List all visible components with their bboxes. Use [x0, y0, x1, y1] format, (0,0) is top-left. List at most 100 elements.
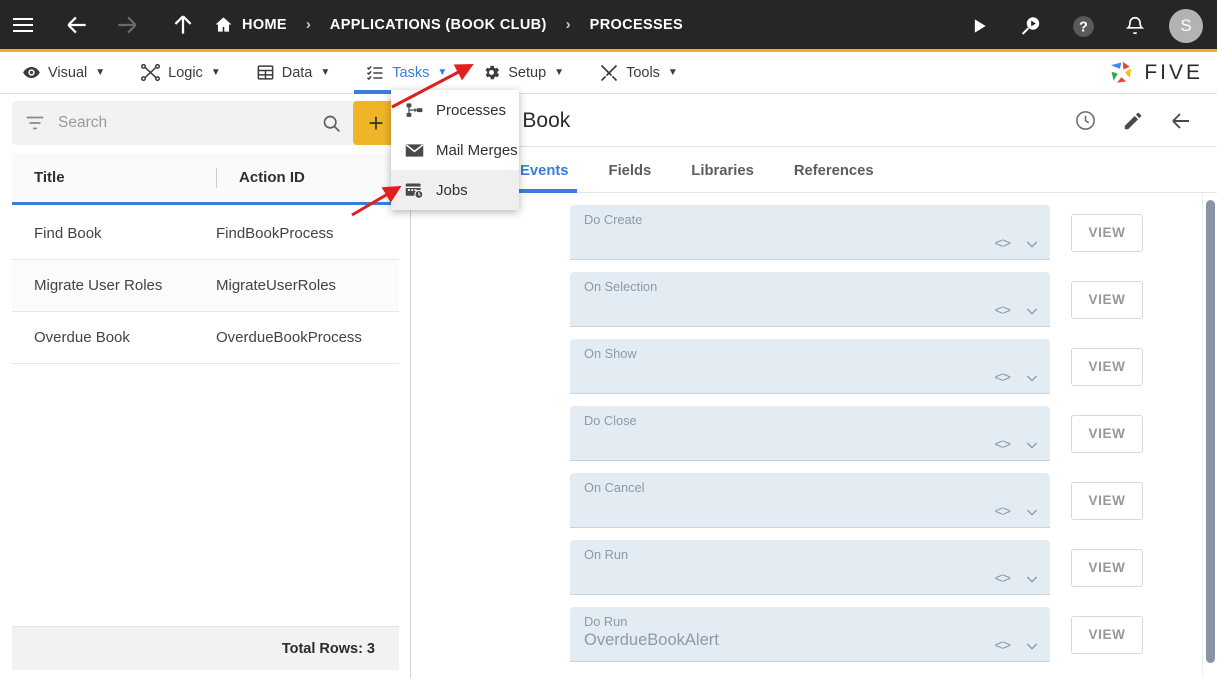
- breadcrumb-item-applications[interactable]: APPLICATIONS (BOOK CLUB): [328, 17, 549, 33]
- application-menu-bar: Visual ▼ Logic ▼ Data ▼ Tasks ▼ Setup ▼ …: [0, 52, 1217, 94]
- event-field-on-selection[interactable]: On Selection <>: [570, 272, 1050, 327]
- five-pinwheel-icon: [1111, 61, 1132, 83]
- menu-item-visual-label: Visual: [48, 64, 88, 81]
- hamburger-icon[interactable]: [0, 0, 46, 51]
- code-brackets-icon[interactable]: <>: [994, 503, 1011, 520]
- back-arrow-icon[interactable]: [1159, 99, 1203, 143]
- column-header-title[interactable]: Title: [34, 169, 216, 186]
- menu-item-tasks[interactable]: Tasks ▼: [352, 52, 460, 94]
- event-field-icons: <>: [994, 570, 1040, 587]
- menu-item-setup[interactable]: Setup ▼: [469, 52, 577, 94]
- tab-libraries[interactable]: Libraries: [677, 148, 768, 193]
- code-brackets-icon[interactable]: <>: [994, 436, 1011, 453]
- event-field-do-run[interactable]: Do Run OverdueBookAlert <>: [570, 607, 1050, 662]
- event-label: On Run: [584, 547, 629, 562]
- cell-action-id: OverdueBookProcess: [216, 329, 362, 346]
- cell-title: Migrate User Roles: [34, 277, 163, 294]
- chevron-down-icon[interactable]: [1024, 303, 1040, 319]
- magnifier-icon[interactable]: [309, 113, 353, 134]
- menu-item-data[interactable]: Data ▼: [243, 52, 344, 94]
- edit-pencil-icon[interactable]: [1111, 99, 1155, 143]
- search-input[interactable]: [58, 114, 309, 132]
- app-window: HOME › APPLICATIONS (BOOK CLUB) › PROCES…: [0, 0, 1217, 678]
- column-header-action-id[interactable]: Action ID: [239, 169, 305, 186]
- top-nav-left: HOME › APPLICATIONS (BOOK CLUB) › PROCES…: [0, 0, 685, 51]
- arrow-up-icon[interactable]: [160, 0, 206, 51]
- chevron-down-icon: ▼: [210, 67, 221, 78]
- view-button[interactable]: VIEW: [1071, 213, 1143, 252]
- chevron-down-icon[interactable]: [1024, 504, 1040, 520]
- cell-title: Overdue Book: [34, 329, 130, 346]
- chevron-down-icon[interactable]: [1024, 236, 1040, 252]
- event-field-icons: <>: [994, 369, 1040, 386]
- menu-option-jobs-label: Jobs: [436, 181, 468, 199]
- tab-fields[interactable]: Fields: [595, 148, 666, 193]
- run-icon[interactable]: [953, 0, 1005, 52]
- search-run-icon[interactable]: [1005, 0, 1057, 52]
- column-divider: [216, 167, 217, 188]
- brand-logo: FIVE: [1108, 52, 1203, 94]
- menu-item-logic-label: Logic: [168, 64, 203, 81]
- tasks-dropdown-menu: Processes Mail Merges Jobs: [391, 90, 519, 210]
- events-list: Do Create <> VIEW On Selection <> VIEW O…: [412, 194, 1217, 678]
- notifications-icon[interactable]: [1109, 0, 1161, 52]
- tools-icon: [600, 64, 618, 81]
- menu-item-tools[interactable]: Tools ▼: [586, 52, 691, 94]
- vertical-scrollbar[interactable]: [1202, 194, 1217, 678]
- logic-nodes-icon: [141, 63, 161, 82]
- view-button[interactable]: VIEW: [1071, 615, 1143, 654]
- top-nav-actions: ? S: [953, 0, 1207, 52]
- event-row: On Selection <> VIEW: [412, 272, 1217, 327]
- code-brackets-icon[interactable]: <>: [994, 570, 1011, 587]
- arrow-left-icon[interactable]: [54, 0, 100, 51]
- grid-header: Title Action ID: [12, 153, 399, 205]
- process-flow-icon: [403, 101, 425, 120]
- tab-references[interactable]: References: [780, 148, 888, 193]
- calendar-clock-icon: [403, 180, 425, 201]
- chevron-down-icon[interactable]: [1024, 437, 1040, 453]
- menu-option-mail-merges[interactable]: Mail Merges: [391, 130, 519, 170]
- menu-option-processes[interactable]: Processes: [391, 90, 519, 130]
- help-icon[interactable]: ?: [1057, 0, 1109, 52]
- code-brackets-icon[interactable]: <>: [994, 235, 1011, 252]
- detail-tabs: Events Fields Libraries References: [412, 148, 1217, 193]
- event-label: On Cancel: [584, 480, 645, 495]
- event-field-icons: <>: [994, 637, 1040, 654]
- chevron-down-icon[interactable]: [1024, 571, 1040, 587]
- event-field-icons: <>: [994, 235, 1040, 252]
- event-field-on-cancel[interactable]: On Cancel <>: [570, 473, 1050, 528]
- chevron-down-icon: ▼: [437, 67, 448, 78]
- table-row[interactable]: Migrate User Roles MigrateUserRoles: [12, 260, 399, 312]
- chevron-down-icon[interactable]: [1024, 370, 1040, 386]
- filter-icon[interactable]: [12, 112, 58, 134]
- code-brackets-icon[interactable]: <>: [994, 302, 1011, 319]
- avatar[interactable]: S: [1169, 9, 1203, 43]
- view-button[interactable]: VIEW: [1071, 280, 1143, 319]
- view-button[interactable]: VIEW: [1071, 481, 1143, 520]
- menu-item-visual[interactable]: Visual ▼: [9, 52, 118, 94]
- table-row[interactable]: Find Book FindBookProcess: [12, 208, 399, 260]
- event-field-do-close[interactable]: Do Close <>: [570, 406, 1050, 461]
- history-clock-icon[interactable]: [1063, 99, 1107, 143]
- scrollbar-thumb[interactable]: [1206, 200, 1215, 663]
- menu-option-jobs[interactable]: Jobs: [391, 170, 519, 210]
- code-brackets-icon[interactable]: <>: [994, 369, 1011, 386]
- breadcrumb-item-processes[interactable]: PROCESSES: [588, 17, 685, 33]
- code-brackets-icon[interactable]: <>: [994, 637, 1011, 654]
- records-list-panel: + Title Action ID Find Book FindBookProc…: [0, 95, 411, 678]
- breadcrumb-home-label: HOME: [242, 16, 287, 33]
- grid-body: Find Book FindBookProcess Migrate User R…: [12, 208, 399, 364]
- view-button[interactable]: VIEW: [1071, 548, 1143, 587]
- event-label: On Show: [584, 346, 637, 361]
- view-button[interactable]: VIEW: [1071, 414, 1143, 453]
- view-button[interactable]: VIEW: [1071, 347, 1143, 386]
- menu-item-logic[interactable]: Logic ▼: [127, 52, 234, 94]
- event-field-do-create[interactable]: Do Create <>: [570, 205, 1050, 260]
- event-field-on-show[interactable]: On Show <>: [570, 339, 1050, 394]
- menu-option-mail-merges-label: Mail Merges: [436, 141, 518, 159]
- gear-icon: [485, 65, 500, 80]
- event-field-on-run[interactable]: On Run <>: [570, 540, 1050, 595]
- table-row[interactable]: Overdue Book OverdueBookProcess: [12, 312, 399, 364]
- chevron-down-icon[interactable]: [1024, 638, 1040, 654]
- breadcrumb-item-home[interactable]: HOME: [212, 15, 289, 34]
